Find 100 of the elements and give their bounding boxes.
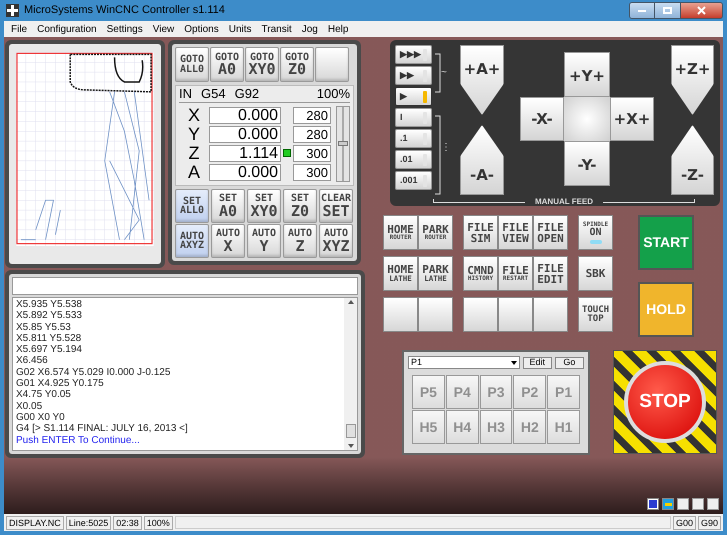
scroll-up-icon[interactable] <box>348 300 354 304</box>
menu-item[interactable]: File <box>6 22 32 36</box>
menu-item[interactable]: Help <box>322 22 354 36</box>
jog-speed-button[interactable]: .01 <box>395 150 432 169</box>
blank-button[interactable] <box>533 297 568 332</box>
scrollbar[interactable] <box>344 298 357 450</box>
position-field: 0.000 <box>209 106 281 124</box>
axis-label: X <box>186 106 201 124</box>
position-field: 0.000 <box>209 126 281 142</box>
touch-top-button[interactable]: TOUCH TOP <box>578 297 613 332</box>
menu-item[interactable]: Jog <box>296 22 323 36</box>
scroll-thumb[interactable] <box>346 424 356 438</box>
function-button[interactable]: FILE VIEW <box>498 215 533 250</box>
tray-blank-icon[interactable] <box>692 498 704 510</box>
set-button[interactable]: AUTO Y <box>247 224 281 258</box>
scroll-down-icon[interactable] <box>348 444 354 448</box>
dropdown-arrow-icon[interactable] <box>510 360 517 364</box>
macro-select[interactable]: P1 <box>408 356 520 369</box>
blank-button[interactable] <box>315 47 349 82</box>
set-button[interactable]: SET A0 <box>211 189 245 223</box>
blank-button[interactable] <box>463 297 498 332</box>
console-line: X0.05 <box>16 400 44 412</box>
jog-z-minus-button[interactable]: -Z- <box>671 125 714 195</box>
jog-y-minus-button[interactable]: -Y- <box>564 141 610 186</box>
sbk-button[interactable]: SBK <box>578 256 613 291</box>
jog-y-plus-button[interactable]: +Y+ <box>564 52 610 97</box>
set-button[interactable]: SET ALL0 <box>175 189 209 223</box>
goto-button[interactable]: GOTO ALL0 <box>175 47 209 82</box>
jog-speed-button[interactable]: .1 <box>395 129 432 148</box>
set-button[interactable]: CLEAR SET <box>319 189 353 223</box>
feed-field: 300 <box>293 164 331 180</box>
console-line: X5.935 Y5.538 <box>16 299 83 310</box>
blank-button[interactable] <box>498 297 533 332</box>
status-field: Line:5025 <box>66 516 112 530</box>
feed-field: 280 <box>293 106 331 124</box>
blank-button[interactable] <box>418 297 453 332</box>
menu-item[interactable]: Units <box>224 22 257 36</box>
status-field: G90 <box>698 516 721 530</box>
jog-center-pad <box>564 97 610 141</box>
jog-speed-button[interactable]: .001 <box>395 171 432 190</box>
set-button[interactable]: AUTO X <box>211 224 245 258</box>
function-button[interactable]: FILE EDIT <box>533 256 568 291</box>
function-button[interactable]: FILE OPEN <box>533 215 568 250</box>
group-mark: ~ <box>441 66 447 80</box>
blank-button[interactable] <box>383 297 418 332</box>
goto-button[interactable]: GOTO Z0 <box>280 47 314 82</box>
set-button[interactable]: AUTO Z <box>283 224 317 258</box>
jog-a-minus-button[interactable]: -A- <box>460 125 504 195</box>
menu-item[interactable]: Options <box>179 22 224 36</box>
bracket-icon <box>435 53 441 93</box>
console-line: G4 [> S1.114 FINAL: JULY 16, 2013 <] <box>16 423 189 435</box>
feed-field: 300 <box>293 144 331 162</box>
macro-action-button[interactable]: Go <box>554 356 584 368</box>
console-line: X6.456 <box>16 355 49 367</box>
bracket-icon <box>435 115 441 195</box>
tray-blank-icon[interactable] <box>677 498 689 510</box>
set-button[interactable]: SET Z0 <box>283 189 317 223</box>
axis-label: Y <box>186 125 201 143</box>
close-button[interactable] <box>680 2 723 19</box>
command-input[interactable] <box>12 277 358 295</box>
console-line: G01 X4.925 Y0.175 <box>16 378 105 390</box>
jog-x-minus-button[interactable]: -X- <box>520 97 564 141</box>
jog-speed-button[interactable]: ▶▶▶ <box>395 45 432 64</box>
tray-blank-icon[interactable] <box>707 498 719 510</box>
console-line: X5.697 Y5.194 <box>16 344 83 356</box>
jog-a-plus-button[interactable]: +A+ <box>460 45 504 115</box>
jog-speed-button[interactable]: ▶▶ <box>395 66 432 85</box>
jog-speed-button[interactable]: I <box>395 108 432 127</box>
status-field: DISPLAY.NC <box>6 516 64 530</box>
set-button[interactable]: AUTO AXYZ <box>175 224 209 258</box>
goto-button[interactable]: GOTO A0 <box>210 47 244 82</box>
menu-item[interactable]: Settings <box>102 22 148 36</box>
menu-item[interactable]: View <box>148 22 180 36</box>
goto-button[interactable]: GOTO XY0 <box>245 47 279 82</box>
set-button[interactable]: AUTO XYZ <box>319 224 353 258</box>
stop-button[interactable]: STOP <box>624 361 706 443</box>
jog-x-plus-button[interactable]: +X+ <box>610 97 654 141</box>
console-line: G00 X0 Y0 <box>16 412 66 424</box>
position-field: 1.114 <box>209 144 281 162</box>
console-line: G02 X6.574 Y5.029 I0.000 J-0.125 <box>16 366 172 378</box>
minimize-button[interactable] <box>629 2 655 19</box>
maximize-button[interactable] <box>655 2 680 19</box>
window-title: MicroSystems WinCNC Controller s1.114 <box>24 3 225 18</box>
set-button[interactable]: SET XY0 <box>247 189 281 223</box>
console-line: X4.75 Y0.05 <box>16 389 72 401</box>
console-line: X5.892 Y5.533 <box>16 310 83 322</box>
override-percent: 100% <box>316 85 350 104</box>
console-line: Push ENTER To Continue... <box>16 434 141 446</box>
macro-action-button[interactable]: Edit <box>522 356 552 368</box>
feed-slider[interactable] <box>336 106 350 182</box>
function-button[interactable]: FILE SIM <box>463 215 498 250</box>
menu-item[interactable]: Transit <box>256 22 297 36</box>
menu-item[interactable]: Configuration <box>32 22 102 36</box>
close-icon[interactable] <box>697 6 706 15</box>
jog-z-plus-button[interactable]: +Z+ <box>671 45 714 115</box>
jog-speed-button[interactable]: ▶ <box>395 87 432 106</box>
status-field: 02:38 <box>113 516 142 530</box>
tray-icon[interactable] <box>647 498 659 510</box>
console-line: X5.85 Y5.53 <box>16 322 72 333</box>
manual-feed-label: MANUAL FEED <box>534 196 594 208</box>
